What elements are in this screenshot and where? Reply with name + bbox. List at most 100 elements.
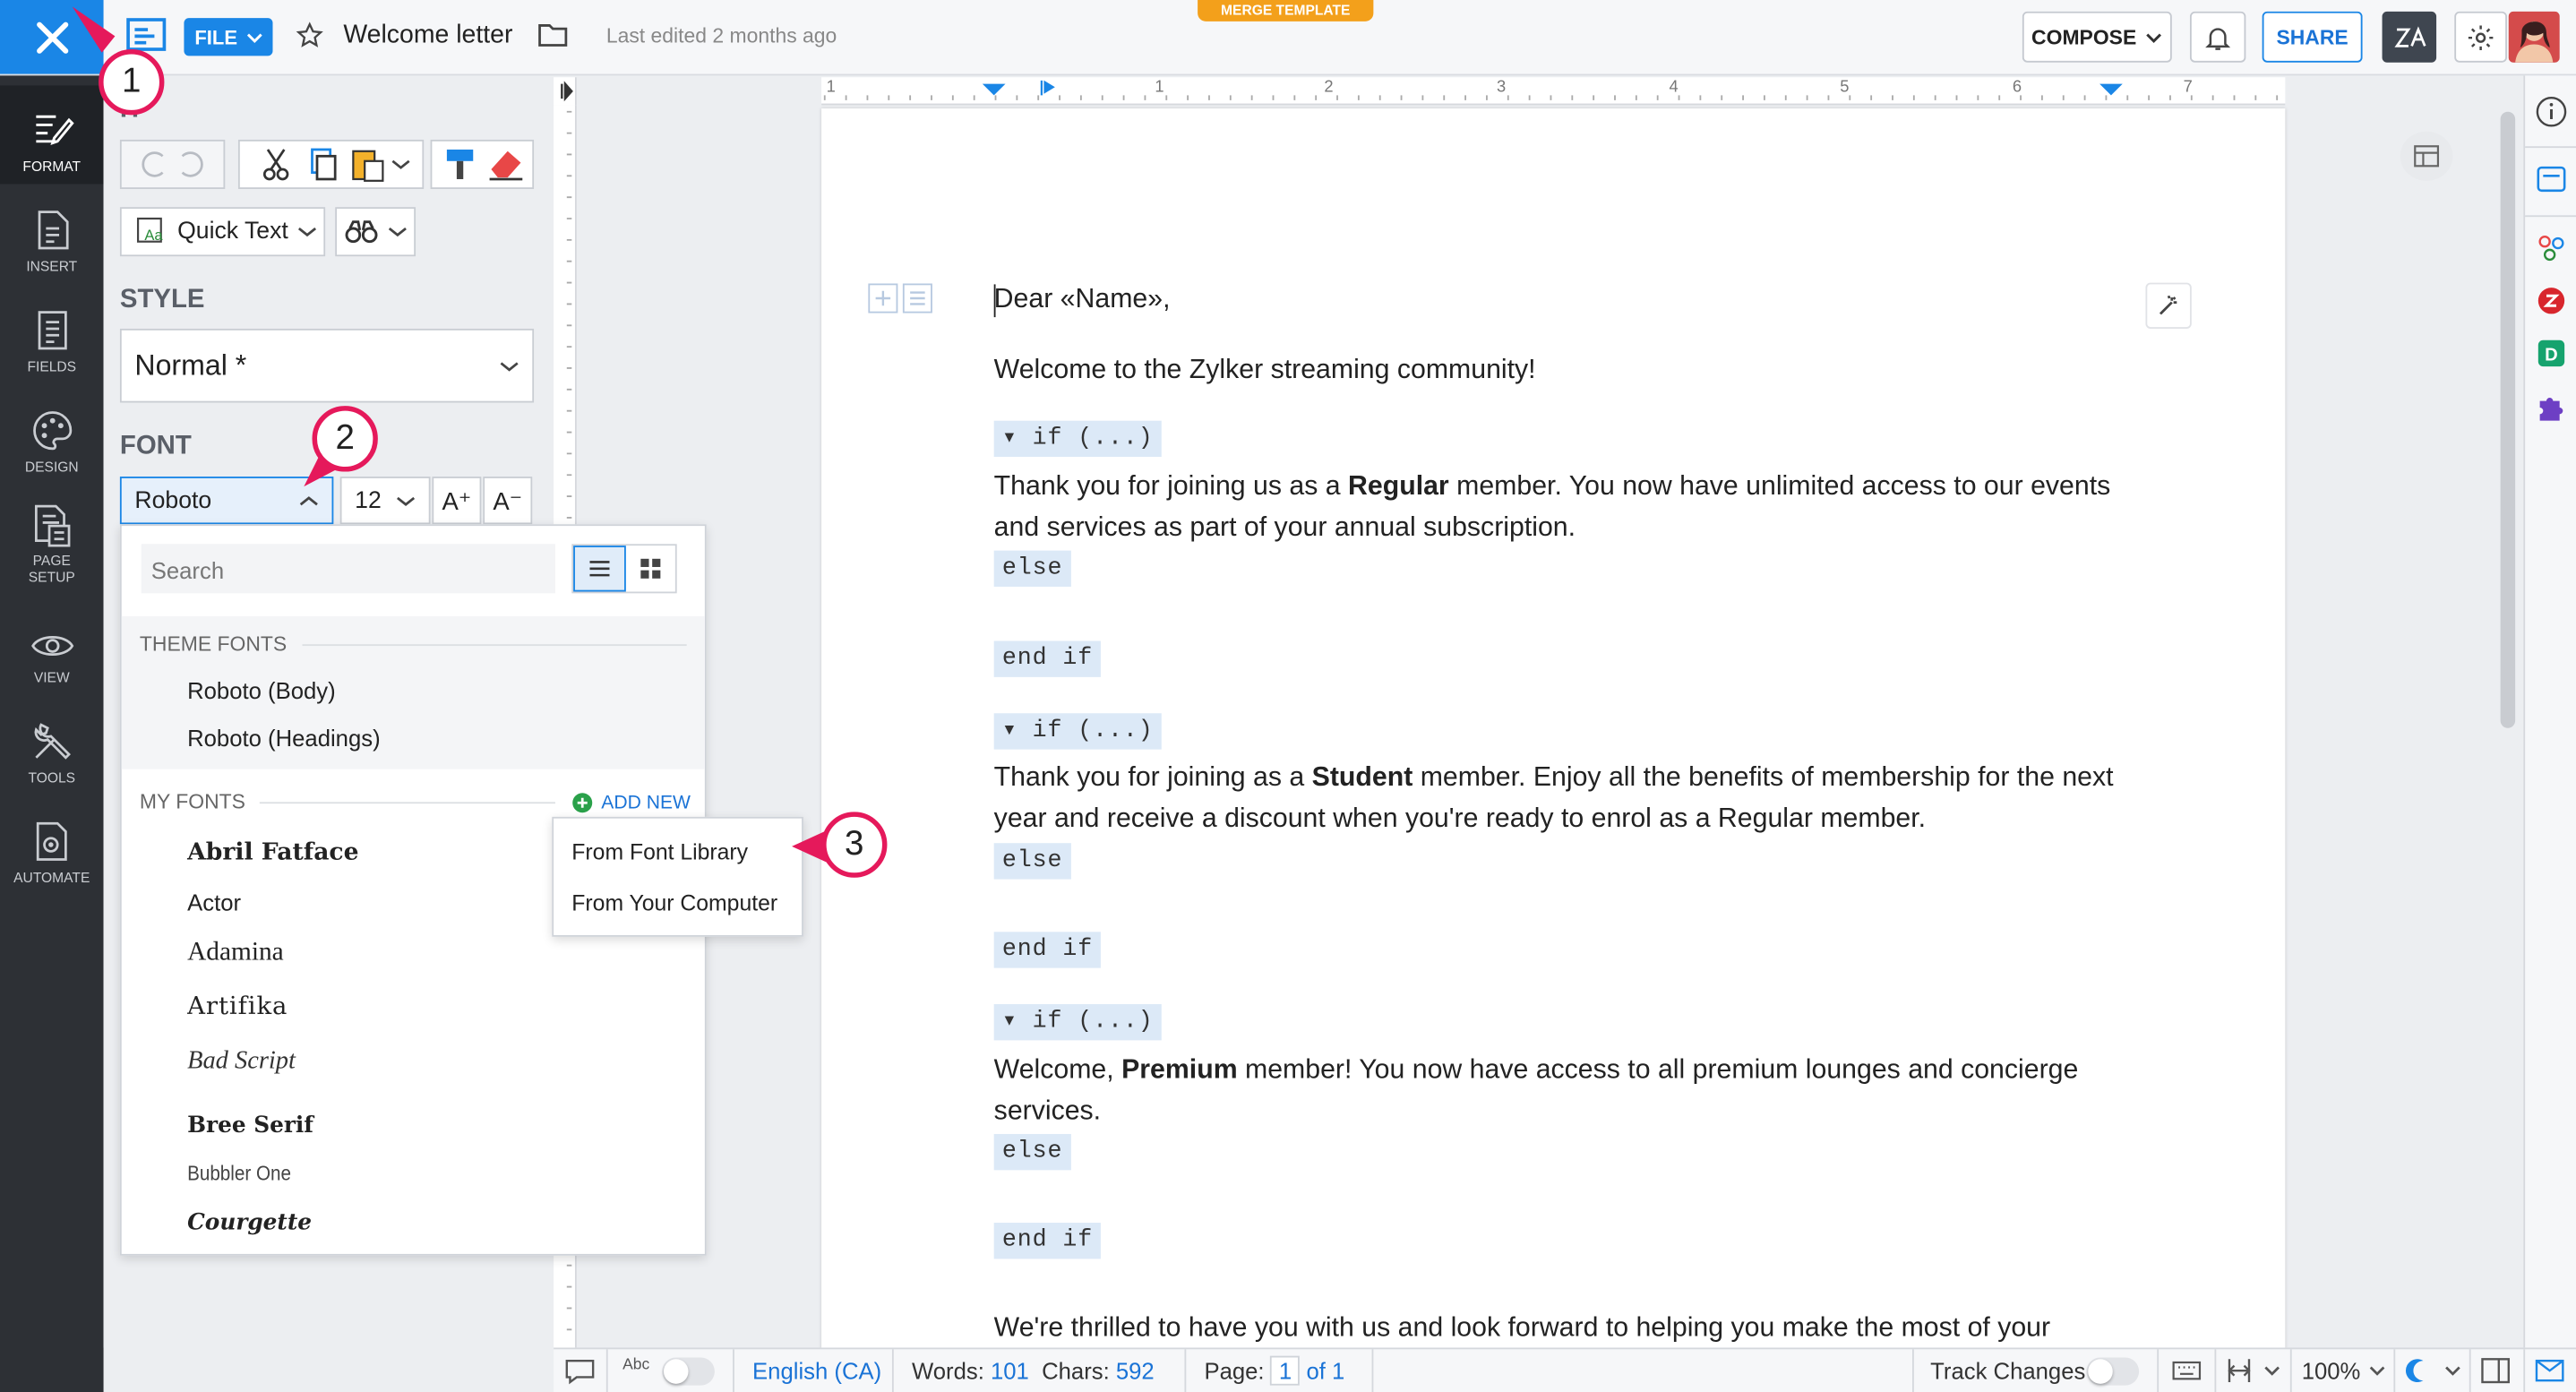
grid-view-button[interactable]	[625, 546, 675, 591]
end-if-field[interactable]: end if	[993, 1223, 1102, 1259]
zoho-extension-icon[interactable]	[2537, 286, 2566, 315]
end-if-field[interactable]: end if	[993, 640, 1102, 677]
if-field[interactable]: ▾ if (...)	[993, 713, 1162, 750]
else-field[interactable]: else	[993, 550, 1071, 587]
regular-member-paragraph[interactable]: Thank you for joining us as a Regular me…	[994, 467, 2144, 549]
notifications-button[interactable]	[2189, 11, 2246, 63]
end-if-field[interactable]: end if	[993, 932, 1102, 968]
add-block-icon[interactable]	[867, 283, 898, 314]
block-handles[interactable]	[867, 283, 932, 314]
eraser-icon[interactable]	[482, 144, 528, 184]
chevron-down-icon[interactable]	[2444, 1364, 2460, 1378]
compose-button[interactable]: COMPOSE	[2022, 11, 2172, 63]
redo-icon[interactable]	[173, 150, 209, 179]
rail-item-fields[interactable]: FIELDS	[0, 286, 104, 384]
font-option-bree-serif[interactable]: Bree Serif	[187, 1113, 313, 1139]
quick-text-dropdown[interactable]: Aa Quick Text	[119, 207, 326, 257]
chevron-down-icon[interactable]	[2264, 1364, 2280, 1378]
divider	[302, 644, 687, 647]
increase-font-button[interactable]: A⁺	[432, 477, 482, 525]
from-your-computer-option[interactable]: From Your Computer	[571, 890, 777, 915]
font-option-bubbler-one[interactable]: Bubbler One	[187, 1162, 291, 1185]
plus-circle-icon	[572, 793, 593, 813]
d-extension-icon[interactable]: D	[2537, 339, 2566, 368]
settings-button[interactable]	[2454, 11, 2507, 63]
ruler-toggle-icon[interactable]	[554, 77, 577, 105]
share-button[interactable]: SHARE	[2262, 11, 2363, 63]
font-option-abril-fatface[interactable]: Abril Fatface	[187, 838, 358, 866]
block-menu-icon[interactable]	[902, 283, 933, 314]
feedback-icon[interactable]	[2533, 1356, 2566, 1386]
top-bar: FILE Welcome letter Last edited 2 months…	[0, 0, 2576, 76]
add-new-font-button[interactable]: ADD NEW	[571, 792, 691, 813]
member-type: Student	[1311, 762, 1413, 793]
font-option-actor[interactable]: Actor	[187, 889, 241, 915]
if-field[interactable]: ▾ if (...)	[993, 420, 1162, 458]
divider	[1371, 1349, 1374, 1392]
paste-icon[interactable]	[344, 146, 390, 182]
track-changes-label: Track Changes	[1930, 1357, 2086, 1384]
rail-item-tools[interactable]: TOOLS	[0, 697, 104, 795]
else-field[interactable]: else	[993, 1133, 1071, 1171]
chevron-down-icon[interactable]	[2369, 1364, 2385, 1378]
closing-paragraph[interactable]: We're thrilled to have you with us and l…	[994, 1308, 2128, 1347]
if-field[interactable]: ▾ if (...)	[993, 1004, 1162, 1041]
else-field[interactable]: else	[993, 843, 1071, 880]
style-dropdown[interactable]: Normal *	[119, 328, 535, 403]
rail-item-automate[interactable]: AUTOMATE	[0, 797, 104, 896]
rail-item-design[interactable]: DESIGN	[0, 386, 104, 485]
connections-icon[interactable]	[2537, 234, 2566, 263]
night-mode-icon[interactable]	[2403, 1356, 2433, 1386]
keyboard-icon[interactable]	[2172, 1359, 2202, 1382]
student-member-paragraph[interactable]: Thank you for joining as a Student membe…	[994, 758, 2144, 840]
decrease-font-button[interactable]: A⁻	[483, 477, 533, 525]
sidebar-toggle-icon[interactable]	[2479, 1356, 2512, 1386]
horizontal-ruler[interactable]: 1 1 2 3 4 5 6 7	[821, 77, 2286, 106]
font-option-roboto-body[interactable]: Roboto (Body)	[187, 677, 336, 703]
from-font-library-option[interactable]: From Font Library	[571, 840, 748, 865]
scrollbar-track[interactable]	[2496, 108, 2519, 1348]
format-painter-icon[interactable]	[436, 144, 482, 184]
magic-wand-button[interactable]	[2145, 282, 2192, 329]
font-option-bad-script[interactable]: Bad Script	[187, 1047, 296, 1077]
find-replace-button[interactable]	[335, 207, 416, 257]
document-title[interactable]: Welcome letter	[343, 21, 512, 51]
font-option-roboto-headings[interactable]: Roboto (Headings)	[187, 725, 381, 751]
star-icon[interactable]	[296, 21, 323, 49]
copy-icon[interactable]	[298, 146, 344, 182]
page-layout-icon[interactable]	[2224, 1356, 2254, 1386]
info-icon[interactable]	[2535, 95, 2568, 128]
font-option-courgette[interactable]: Courgette	[187, 1209, 312, 1235]
rail-item-insert[interactable]: INSERT	[0, 185, 104, 284]
folder-icon[interactable]	[537, 20, 569, 49]
puzzle-icon[interactable]	[2535, 390, 2568, 423]
panel-icon[interactable]	[2535, 164, 2568, 193]
word-count[interactable]: Words: 101 Chars: 592	[912, 1357, 1155, 1383]
list-view-button[interactable]	[573, 546, 625, 592]
font-search-input[interactable]: Search	[141, 544, 555, 594]
track-changes-toggle[interactable]	[2086, 1357, 2140, 1386]
intro-line[interactable]: Welcome to the Zylker streaming communit…	[994, 350, 2144, 391]
rail-item-view[interactable]: VIEW	[0, 597, 104, 695]
style-value: Normal *	[134, 348, 247, 382]
comment-icon[interactable]	[563, 1356, 597, 1386]
rail-item-page-setup[interactable]: PAGE SETUP	[0, 486, 104, 595]
scrollbar-thumb[interactable]	[2500, 111, 2516, 728]
spell-check-toggle[interactable]	[662, 1357, 715, 1386]
zoom-value[interactable]: 100%	[2302, 1357, 2361, 1383]
zia-button[interactable]	[2382, 11, 2437, 63]
premium-member-paragraph[interactable]: Welcome, Premium member! You now have ac…	[994, 1050, 2144, 1132]
rail-item-format[interactable]: FORMAT	[0, 85, 104, 185]
font-option-adamina[interactable]: Adamina	[187, 939, 284, 968]
file-menu-button[interactable]: FILE	[184, 18, 273, 56]
cut-icon[interactable]	[253, 146, 298, 182]
page-number-input[interactable]: 1	[1270, 1355, 1301, 1386]
font-option-artifika[interactable]: Artifika	[187, 991, 288, 1020]
undo-icon[interactable]	[136, 150, 172, 179]
language-selector[interactable]: English (CA)	[752, 1357, 881, 1383]
chevron-down-icon[interactable]	[391, 158, 410, 171]
layout-toggle-button[interactable]	[2400, 131, 2453, 181]
greeting-line[interactable]: Dear «Name»,	[994, 279, 2144, 321]
avatar[interactable]	[2508, 11, 2560, 63]
